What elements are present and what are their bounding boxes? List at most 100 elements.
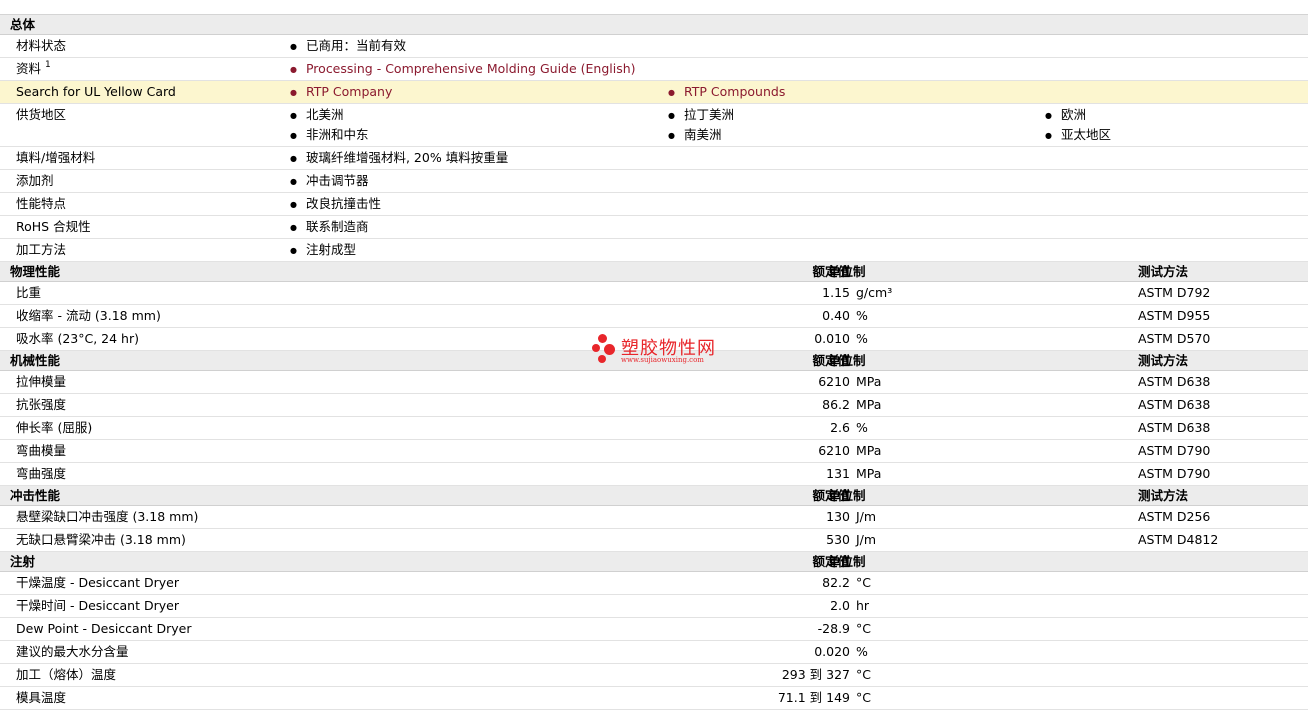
property-label: 比重 <box>16 285 42 300</box>
property-row: 干燥时间 - Desiccant Dryer 2.0 hr <box>0 595 1308 618</box>
property-label: 吸水率 (23°C, 24 hr) <box>16 331 139 346</box>
header-unit: 单位制 <box>828 554 866 569</box>
nominal-value: 293 到 327 <box>781 667 850 682</box>
nominal-value: 86.2 <box>822 397 850 412</box>
property-row: Dew Point - Desiccant Dryer -28.9 °C <box>0 618 1308 641</box>
property-row: 伸长率 (屈服) 2.6% ASTM D638 <box>0 417 1308 440</box>
nominal-value: 2.0 <box>830 598 850 613</box>
logo-dots-icon <box>592 332 618 364</box>
bullet-value: 冲击调节器 <box>290 170 369 194</box>
property-row: 弯曲模量 6210 MPa ASTM D790 <box>0 440 1308 463</box>
footnote-marker: 1 <box>45 60 51 70</box>
property-row: 干燥温度 - Desiccant Dryer 82.2 °C <box>0 572 1308 595</box>
region-item: 非洲和中东 <box>290 124 369 148</box>
watermark-url: www.sujiaowuxing.com <box>621 356 704 364</box>
bullet-value: 改良抗撞击性 <box>290 193 381 217</box>
property-row: 弯曲强度 131 MPa ASTM D790 <box>0 463 1308 486</box>
section-header: 注射 额定值 单位制 <box>0 552 1308 572</box>
property-label: 无缺口悬臂梁冲击 (3.18 mm) <box>16 532 186 547</box>
row-ul-yellow-card: Search for UL Yellow Card RTP Company RT… <box>0 81 1308 104</box>
nominal-value: 6210 <box>818 374 850 389</box>
header-unit: 单位制 <box>828 353 866 368</box>
unit-value: MPa <box>856 466 882 481</box>
section-title: 总体 <box>10 17 36 32</box>
section-header-general: 总体 <box>0 15 1308 35</box>
property-row: 建议的最大水分含量 0.020% <box>0 641 1308 664</box>
unit-value: % <box>856 331 868 346</box>
nominal-value: 0.020 <box>814 644 850 659</box>
unit-value: g/cm³ <box>856 285 893 300</box>
row-additive: 添加剂 冲击调节器 <box>0 170 1308 193</box>
rtp-company-link[interactable]: RTP Company <box>290 81 392 105</box>
row-label: 性能特点 <box>16 196 67 211</box>
processing-guide-link[interactable]: Processing - Comprehensive Molding Guide… <box>290 58 636 82</box>
property-label: 弯曲模量 <box>16 443 67 458</box>
header-test-method: 测试方法 <box>1138 264 1189 279</box>
property-label: 干燥温度 - Desiccant Dryer <box>16 575 179 590</box>
section-header: 物理性能 额定值 单位制 测试方法 <box>0 262 1308 282</box>
row-literature: 资料 1 Processing - Comprehensive Molding … <box>0 58 1308 81</box>
property-label: 拉伸模量 <box>16 374 67 389</box>
row-label: 填料/增强材料 <box>16 150 96 165</box>
test-method: ASTM D4812 <box>1138 532 1219 547</box>
region-item: 亚太地区 <box>1045 124 1111 148</box>
nominal-value: 71.1 到 149 <box>777 690 850 705</box>
nominal-value: 6210 <box>818 443 850 458</box>
property-row: 比重 1.15 g/cm³ ASTM D792 <box>0 282 1308 305</box>
nominal-value: 82.2 <box>822 575 850 590</box>
property-sections: 物理性能 额定值 单位制 测试方法 比重 1.15 g/cm³ ASTM D792 收缩率 - … <box>0 262 1308 710</box>
unit-value: MPa <box>856 443 882 458</box>
test-method: ASTM D790 <box>1138 466 1211 481</box>
property-row: 模具温度 71.1 到 149 °C <box>0 687 1308 710</box>
header-test-method: 测试方法 <box>1138 488 1189 503</box>
property-label: 抗张强度 <box>16 397 67 412</box>
unit-value: MPa <box>856 397 882 412</box>
row-material-status: 材料状态 已商用：当前有效 <box>0 35 1308 58</box>
test-method: ASTM D792 <box>1138 285 1211 300</box>
test-method: ASTM D638 <box>1138 420 1211 435</box>
unit-value: °C <box>856 690 871 705</box>
section-title: 注射 <box>10 554 36 569</box>
test-method: ASTM D638 <box>1138 374 1211 389</box>
unit-value: % <box>856 308 868 323</box>
row-filler: 填料/增强材料 玻璃纤维增强材料, 20% 填料按重量 <box>0 147 1308 170</box>
property-row: 收缩率 - 流动 (3.18 mm) 0.40% ASTM D955 <box>0 305 1308 328</box>
nominal-value: 131 <box>826 466 850 481</box>
section-title: 机械性能 <box>10 353 61 368</box>
nominal-value: 0.40 <box>822 308 850 323</box>
bullet-value: 玻璃纤维增强材料, 20% 填料按重量 <box>290 147 508 171</box>
row-features: 性能特点 改良抗撞击性 <box>0 193 1308 216</box>
property-label: 加工（熔体）温度 <box>16 667 117 682</box>
general-section: 总体 材料状态 已商用：当前有效 资料 1 Processing - Compr… <box>0 15 1308 262</box>
row-processing-method: 加工方法 注射成型 <box>0 239 1308 262</box>
section-header: 冲击性能 额定值 单位制 测试方法 <box>0 486 1308 506</box>
unit-value: °C <box>856 575 871 590</box>
nominal-value: -28.9 <box>817 621 850 636</box>
watermark-logo: 塑胶物性网 www.sujiaowuxing.com <box>592 332 722 368</box>
row-label: RoHS 合规性 <box>16 219 91 234</box>
test-method: ASTM D570 <box>1138 331 1211 346</box>
test-method: ASTM D256 <box>1138 509 1211 524</box>
property-label: 建议的最大水分含量 <box>16 644 129 659</box>
header-unit: 单位制 <box>828 488 866 503</box>
row-label: Search for UL Yellow Card <box>16 84 176 99</box>
property-label: 收缩率 - 流动 (3.18 mm) <box>16 308 161 323</box>
header-unit: 单位制 <box>828 264 866 279</box>
unit-value: J/m <box>856 532 877 547</box>
row-rohs: RoHS 合规性 联系制造商 <box>0 216 1308 239</box>
row-label: 资料 1 <box>16 60 51 76</box>
nominal-value: 130 <box>826 509 850 524</box>
row-availability: 供货地区 北美洲 拉丁美洲 欧洲 非洲和中东 南美洲 亚太地区 <box>0 104 1308 147</box>
property-row: 悬壁梁缺口冲击强度 (3.18 mm) 130 J/m ASTM D256 <box>0 506 1308 529</box>
rtp-compounds-link[interactable]: RTP Compounds <box>668 81 785 105</box>
unit-value: hr <box>856 598 870 613</box>
nominal-value: 2.6 <box>830 420 850 435</box>
unit-value: J/m <box>856 509 877 524</box>
region-item: 南美洲 <box>668 124 722 148</box>
top-border <box>0 0 1308 15</box>
unit-value: °C <box>856 621 871 636</box>
bullet-value: 联系制造商 <box>290 216 369 240</box>
nominal-value: 0.010 <box>814 331 850 346</box>
property-row: 拉伸模量 6210 MPa ASTM D638 <box>0 371 1308 394</box>
unit-value: MPa <box>856 374 882 389</box>
